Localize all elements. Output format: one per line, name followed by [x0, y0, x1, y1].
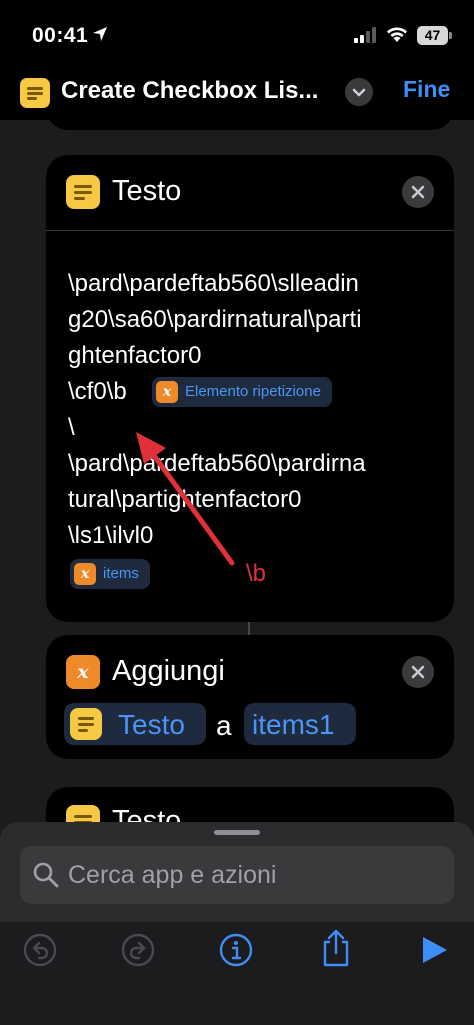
battery-icon: 47	[417, 26, 448, 45]
location-arrow-icon	[93, 27, 107, 41]
connector-word: a	[216, 710, 232, 741]
status-time: 00:41	[32, 24, 89, 47]
close-icon	[411, 665, 425, 679]
sheet-grabber[interactable]	[214, 830, 260, 835]
variable-token[interactable]: items1	[244, 703, 356, 745]
remove-action-button[interactable]	[402, 656, 434, 688]
token-label: items1	[252, 709, 335, 740]
chevron-down-icon	[352, 88, 366, 97]
text-action-icon	[20, 78, 50, 108]
editor-toolbar	[0, 922, 474, 1025]
play-icon[interactable]	[416, 932, 452, 968]
signal-icon	[354, 27, 376, 43]
add-to-variable-card[interactable]: x Aggiungi Testo a items1	[46, 635, 454, 759]
text-action-icon	[70, 708, 102, 740]
undo-icon[interactable]	[22, 932, 58, 968]
shortcut-title[interactable]: Create Checkbox Lis...	[61, 77, 318, 105]
title-menu-button[interactable]	[345, 78, 373, 106]
actions-sheet[interactable]: Cerca app e azioni	[0, 822, 474, 1025]
battery-tip	[449, 32, 452, 39]
search-placeholder: Cerca app e azioni	[68, 861, 277, 889]
search-icon	[33, 862, 59, 888]
search-input[interactable]: Cerca app e azioni	[20, 846, 454, 904]
text-token[interactable]: Testo	[64, 703, 206, 745]
variable-icon: x	[66, 655, 100, 689]
token-label: Testo	[118, 709, 185, 740]
info-icon[interactable]	[218, 932, 254, 968]
flow-connector	[248, 622, 250, 635]
nav-bar: Create Checkbox Lis... Fine	[0, 64, 474, 120]
annotation-label: \b	[246, 560, 267, 587]
card-title: Aggiungi	[112, 655, 225, 687]
status-bar: 00:41 47	[0, 0, 474, 64]
wifi-icon	[387, 27, 407, 42]
done-button[interactable]: Fine	[403, 76, 450, 103]
share-icon[interactable]	[318, 928, 354, 968]
redo-icon[interactable]	[120, 932, 156, 968]
